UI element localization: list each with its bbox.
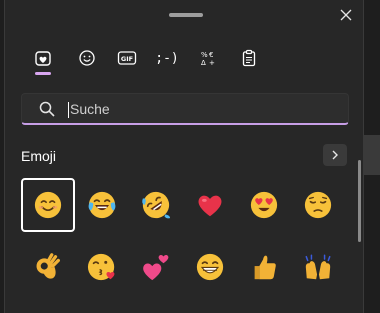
- emoji-thumbs-up[interactable]: [237, 240, 291, 294]
- search-box[interactable]: [21, 93, 349, 125]
- svg-text:+: +: [209, 59, 215, 67]
- smiling-face-with-heart-eyes-icon: [250, 191, 278, 219]
- ok-hand-icon: [36, 253, 60, 279]
- section-title: Emoji: [21, 148, 57, 164]
- heart-smiley-icon: [35, 51, 51, 66]
- face-with-tears-of-joy-icon: [88, 191, 116, 219]
- tab-clipboard[interactable]: [233, 44, 265, 72]
- tab-favorites[interactable]: [27, 44, 59, 75]
- rolling-on-the-floor-laughing-icon: [142, 191, 171, 219]
- clipboard-icon: [242, 49, 256, 67]
- svg-text:%: %: [201, 51, 208, 59]
- svg-text:Δ: Δ: [201, 59, 206, 67]
- chevron-right-icon: [332, 150, 338, 160]
- raising-hands-icon: [305, 254, 331, 280]
- grinning-face-icon: [196, 253, 224, 281]
- svg-text:€: €: [209, 51, 213, 59]
- search-input[interactable]: [70, 98, 330, 120]
- smiling-face-icon: [34, 191, 62, 219]
- smiley-icon: [79, 50, 95, 66]
- text-caret: [68, 102, 69, 118]
- emoji-face-blowing-a-kiss[interactable]: [75, 240, 129, 294]
- tab-emoji[interactable]: [71, 44, 103, 72]
- symbols-icon: % € Δ +: [201, 51, 215, 67]
- gif-icon: GIF: [117, 51, 137, 65]
- emoji-ok-hand[interactable]: [21, 240, 75, 294]
- two-hearts-icon: [143, 255, 169, 281]
- face-blowing-a-kiss-icon: [87, 253, 115, 281]
- tab-selected-indicator: [35, 72, 51, 75]
- emoji-grinning-face[interactable]: [183, 240, 237, 294]
- pensive-face-icon: [304, 191, 332, 219]
- close-button[interactable]: [335, 4, 357, 26]
- thumbs-up-icon: [254, 255, 276, 280]
- emoji-rolling-on-the-floor-laughing[interactable]: [129, 178, 183, 232]
- emoji-panel: GIF ;-) % € Δ + Em: [4, 0, 364, 313]
- gif-label: GIF: [121, 55, 133, 63]
- emoji-raising-hands[interactable]: [291, 240, 345, 294]
- tab-gif[interactable]: GIF: [111, 44, 143, 72]
- emoji-face-with-tears-of-joy[interactable]: [75, 178, 129, 232]
- emoji-red-heart[interactable]: [183, 178, 237, 232]
- tab-symbols[interactable]: % € Δ +: [193, 44, 225, 72]
- scrollbar[interactable]: [358, 160, 361, 242]
- close-icon: [340, 9, 352, 21]
- emoji-pensive-face[interactable]: [291, 178, 345, 232]
- tab-kaomoji[interactable]: ;-): [151, 44, 183, 72]
- kaomoji-icon: ;-): [155, 50, 179, 66]
- emoji-smiling-face-with-heart-eyes[interactable]: [237, 178, 291, 232]
- drag-handle[interactable]: [169, 13, 203, 17]
- search-icon: [39, 101, 55, 117]
- emoji-two-hearts[interactable]: [129, 240, 183, 294]
- more-emoji-button[interactable]: [323, 144, 347, 166]
- red-heart-icon: [198, 195, 222, 217]
- emoji-smiling-face[interactable]: [21, 178, 75, 232]
